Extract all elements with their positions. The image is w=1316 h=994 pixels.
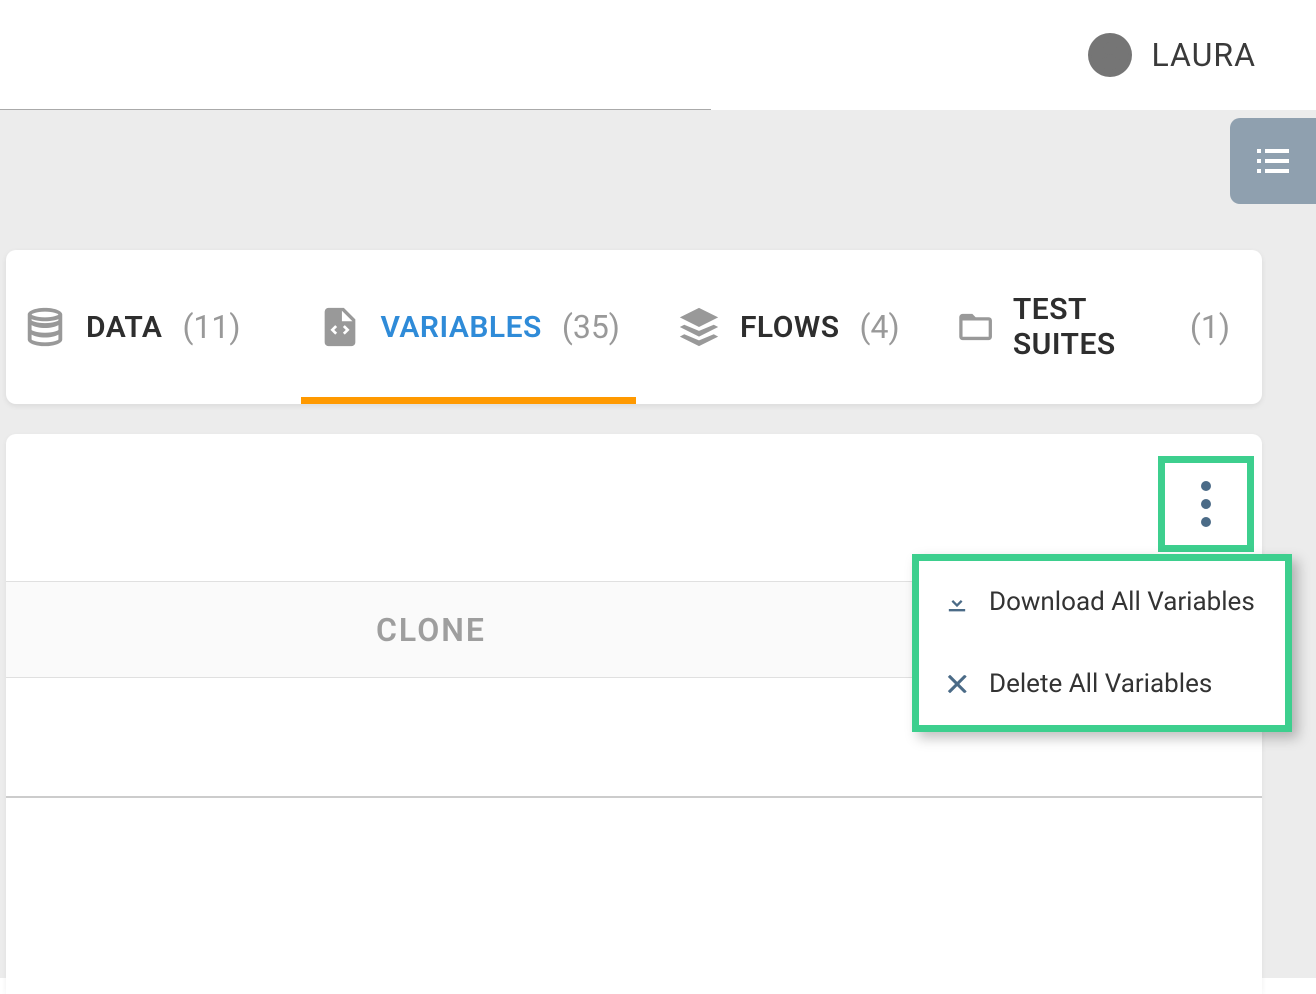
- tab-count: (1): [1190, 308, 1230, 346]
- code-file-icon: [317, 304, 363, 350]
- list-panel-toggle[interactable]: [1230, 118, 1316, 204]
- more-options-menu: Download All Variables Delete All Variab…: [912, 554, 1292, 732]
- layers-icon: [676, 304, 722, 350]
- header-bar: LAURA: [0, 0, 1316, 110]
- table-toolbar: Download All Variables Delete All Variab…: [6, 434, 1262, 582]
- menu-delete-all[interactable]: Delete All Variables: [919, 643, 1285, 725]
- database-icon: [22, 304, 68, 350]
- tab-variables[interactable]: VARIABLES (35): [289, 250, 648, 404]
- content-area: DATA (11) VARIABLES (35) FLOWS (4) TEST …: [0, 110, 1316, 978]
- avatar-icon: [1088, 33, 1132, 77]
- tab-count: (4): [860, 308, 900, 346]
- variables-table-card: Download All Variables Delete All Variab…: [6, 434, 1262, 994]
- folder-icon: [956, 304, 995, 350]
- tab-testsuites[interactable]: TEST SUITES (1): [928, 250, 1258, 404]
- tab-flows[interactable]: FLOWS (4): [648, 250, 928, 404]
- tab-label: VARIABLES: [381, 310, 542, 345]
- menu-download-all[interactable]: Download All Variables: [919, 561, 1285, 643]
- tab-count: (35): [562, 308, 620, 346]
- more-button-highlight: [1158, 456, 1254, 552]
- username-label: LAURA: [1152, 36, 1256, 74]
- menu-label: Delete All Variables: [989, 669, 1212, 699]
- tab-data[interactable]: DATA (11): [10, 250, 289, 404]
- close-icon: [943, 670, 971, 698]
- menu-label: Download All Variables: [989, 587, 1255, 617]
- tab-label: DATA: [86, 310, 162, 345]
- download-icon: [943, 588, 971, 616]
- tabs-card: DATA (11) VARIABLES (35) FLOWS (4) TEST …: [6, 250, 1262, 404]
- user-area[interactable]: LAURA: [1088, 33, 1256, 77]
- list-icon: [1249, 137, 1297, 185]
- kebab-icon: [1201, 481, 1211, 527]
- more-options-button[interactable]: [1165, 463, 1247, 545]
- tab-label: FLOWS: [740, 310, 840, 345]
- tab-label: TEST SUITES: [1013, 292, 1170, 362]
- tab-count: (11): [182, 308, 240, 346]
